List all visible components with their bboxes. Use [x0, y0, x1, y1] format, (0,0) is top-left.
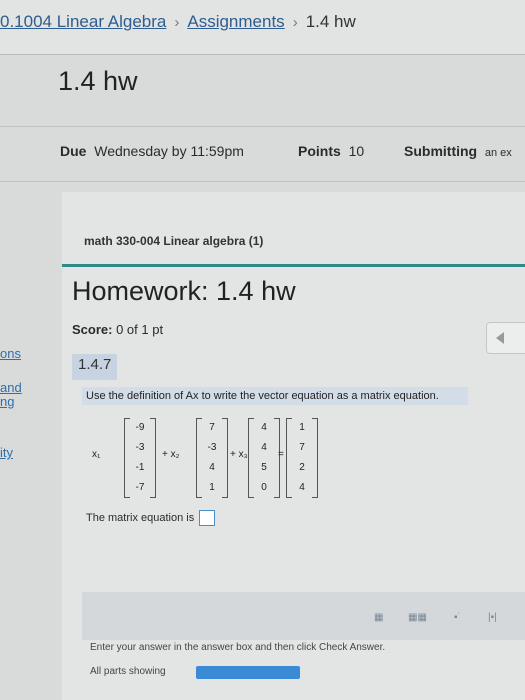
coef-label: + x₃ — [230, 449, 248, 460]
triangle-left-icon — [496, 332, 504, 344]
matrix-equation-label: The matrix equation is — [86, 511, 195, 524]
progress-bar — [196, 666, 300, 679]
exponent-icon[interactable]: ▪˙ — [454, 612, 461, 623]
left-nav-item[interactable]: ity — [0, 445, 13, 460]
vector-3: 4 4 5 0 — [248, 418, 280, 498]
submitting-value: an ex — [484, 147, 512, 159]
vector-entry: 4 — [261, 422, 267, 433]
vector-entry: 4 — [299, 482, 305, 493]
all-parts-label: All parts showing — [90, 666, 166, 677]
vector-1: -9 -3 -1 -7 — [124, 418, 156, 498]
mixed-number-icon[interactable]: ▦▦ — [408, 612, 427, 623]
vector-entry: -3 — [207, 442, 217, 453]
vector-result: 1 7 2 4 — [286, 418, 318, 498]
left-nav: ons and ng ity — [0, 0, 30, 700]
fraction-icon[interactable]: ▦ — [374, 612, 383, 623]
vector-entry: -1 — [135, 462, 145, 473]
coef-label: x₁ — [92, 449, 101, 460]
homework-heading: Homework: 1.4 hw — [72, 276, 296, 306]
vector-entry: 5 — [261, 462, 267, 473]
score-value: 0 of 1 pt — [116, 322, 164, 337]
question-instructions: Use the definition of Ax to write the ve… — [82, 387, 468, 405]
left-nav-item[interactable]: ng — [0, 394, 14, 409]
chevron-right-icon: › — [292, 14, 298, 31]
page-title: 1.4 hw — [58, 66, 138, 96]
equals-sign: = — [278, 449, 284, 460]
answer-hint: Enter your answer in the answer box and … — [90, 642, 386, 653]
breadcrumb-assignments[interactable]: Assignments — [187, 12, 284, 31]
answer-input[interactable] — [199, 510, 216, 526]
points-value: 10 — [348, 143, 365, 159]
vector-entry: 2 — [299, 462, 305, 473]
score-display: Score: 0 of 1 pt — [72, 322, 163, 337]
submitting-label: Submitting — [404, 143, 478, 159]
matrix-equation-prompt: The matrix equation is — [86, 510, 216, 526]
vector-entry: 0 — [261, 482, 267, 493]
previous-question-button[interactable] — [486, 322, 525, 354]
absolute-value-icon[interactable]: |▪| — [488, 612, 497, 623]
submitting-info: Submitting an ex — [404, 143, 512, 159]
points-label: Points — [298, 143, 341, 159]
left-nav-item[interactable]: ons — [0, 346, 21, 361]
top-bar: 0.1004 Linear Algebra › Assignments › 1.4 hw — [0, 0, 525, 54]
course-name: math 330-004 Linear algebra (1) — [84, 234, 264, 248]
due-value: Wednesday by 11:59pm — [94, 143, 244, 159]
vector-entry: -3 — [135, 442, 145, 453]
vector-entry: 7 — [299, 442, 305, 453]
vector-entry: 1 — [299, 422, 305, 433]
vector-entry: 4 — [261, 442, 267, 453]
left-nav-item[interactable]: and — [0, 380, 22, 395]
breadcrumb-current: 1.4 hw — [305, 12, 356, 31]
chevron-right-icon: › — [174, 14, 180, 31]
vector-entry: 1 — [209, 482, 215, 493]
due-info: Due Wednesday by 11:59pm — [60, 143, 244, 159]
math-toolbar: ▦ ▦▦ ▪˙ |▪| — [82, 592, 525, 640]
vector-equation: x₁ -9 -3 -1 -7 + x₂ 7 -3 4 1 + x₃ 4 4 5 … — [88, 412, 428, 502]
vector-entry: 7 — [209, 422, 215, 433]
question-number: 1.4.7 — [72, 354, 118, 380]
vector-entry: -9 — [135, 422, 145, 433]
score-label: Score: — [72, 322, 113, 337]
vector-entry: -7 — [135, 482, 145, 493]
points-info: Points 10 — [298, 143, 364, 159]
assignment-details-bar: Due Wednesday by 11:59pm Points 10 Submi… — [0, 126, 525, 182]
vector-2: 7 -3 4 1 — [196, 418, 228, 498]
coef-label: + x₂ — [162, 449, 180, 460]
due-label: Due — [60, 143, 87, 159]
divider — [0, 54, 525, 55]
vector-entry: 4 — [209, 462, 215, 473]
accent-rule — [62, 264, 525, 267]
breadcrumb: 0.1004 Linear Algebra › Assignments › 1.4 hw — [0, 12, 356, 32]
